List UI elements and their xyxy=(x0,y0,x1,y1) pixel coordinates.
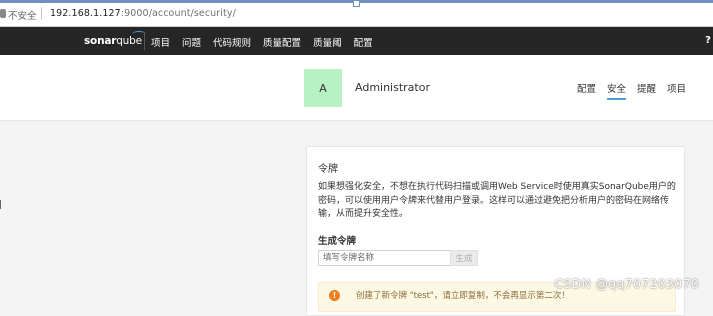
nav-item-administration[interactable]: 配置 xyxy=(354,35,373,49)
alert-message: 创建了新令牌 "test"，请立即复制，不会再显示第二次！ xyxy=(356,291,570,301)
url-host: 192.168.1.127 xyxy=(50,8,121,19)
nav-divider xyxy=(144,32,145,50)
url-path: :9000/account/security/ xyxy=(120,8,236,19)
nav-item-issues[interactable]: 问题 xyxy=(182,35,201,49)
window-resize-handle[interactable] xyxy=(353,0,360,7)
top-navigation: sonarqube 项目 问题 代码规则 质量配置 质量阈 配置 ? xyxy=(0,27,713,55)
tab-notifications[interactable]: 提醒 xyxy=(637,81,656,100)
generate-token-heading: 生成令牌 xyxy=(318,236,357,247)
account-tabs: 配置 安全 提醒 项目 xyxy=(566,81,686,100)
nav-menu: 项目 问题 代码规则 质量配置 质量阈 配置 xyxy=(151,35,385,49)
tab-security[interactable]: 安全 xyxy=(606,81,626,100)
card-title: 令牌 xyxy=(318,164,338,175)
tab-profile[interactable]: 配置 xyxy=(577,81,596,100)
user-name: Administrator xyxy=(355,81,430,94)
browser-address-bar: 不安全 192.168.1.127:9000/account/security/ xyxy=(0,0,713,27)
nav-item-projects[interactable]: 项目 xyxy=(151,35,170,49)
exclamation-icon: ! xyxy=(329,290,340,301)
nav-item-quality-profiles[interactable]: 质量配置 xyxy=(263,35,301,49)
info-icon[interactable] xyxy=(0,9,6,18)
card-description: 如果想强化安全，不想在执行代码扫描或调用Web Service时使用真实Sona… xyxy=(318,182,676,219)
generate-button[interactable]: 生成 xyxy=(450,250,478,266)
watermark: CSDN @qq707203070 xyxy=(554,276,699,291)
divider xyxy=(41,7,42,20)
sonarqube-logo[interactable]: sonarqube xyxy=(84,31,146,47)
url-field[interactable]: 192.168.1.127:9000/account/security/ xyxy=(50,8,236,19)
help-icon[interactable]: ? xyxy=(703,35,713,47)
token-name-input[interactable] xyxy=(318,250,451,266)
nav-item-quality-gates[interactable]: 质量阈 xyxy=(313,35,342,49)
nav-item-rules[interactable]: 代码规则 xyxy=(213,35,251,49)
security-indicator[interactable]: 不安全 xyxy=(8,8,37,22)
logo-text-sonar: sonar xyxy=(84,35,117,47)
account-header: A Administrator 配置 安全 提醒 项目 xyxy=(0,55,713,121)
text-cursor xyxy=(0,200,1,209)
tab-projects[interactable]: 项目 xyxy=(667,81,686,100)
avatar: A xyxy=(304,69,342,107)
